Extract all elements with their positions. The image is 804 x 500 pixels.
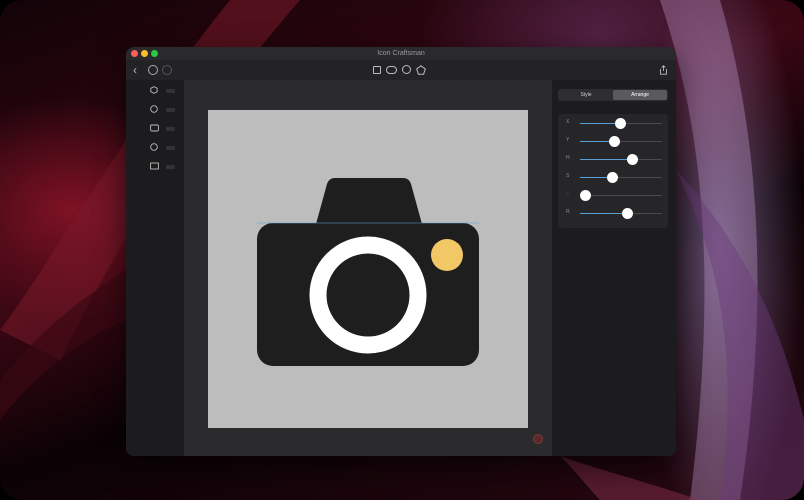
hexagon-icon bbox=[150, 86, 158, 94]
slider-y: Y bbox=[558, 135, 668, 147]
slider-h: H bbox=[558, 153, 668, 165]
rotation-icon: ◌ bbox=[566, 191, 569, 197]
tab-style[interactable]: Style bbox=[559, 90, 613, 100]
layer-handle[interactable] bbox=[166, 165, 175, 169]
layer-handle[interactable] bbox=[166, 127, 175, 131]
add-square-button[interactable] bbox=[373, 66, 381, 74]
slider-rotation: ◌ bbox=[558, 189, 668, 201]
slider-label: H bbox=[566, 155, 570, 161]
clock-arrow-icon[interactable] bbox=[148, 65, 158, 75]
inspector-tabs: Style Arrange bbox=[558, 89, 668, 101]
title-bar: Icon Craftsman bbox=[126, 47, 676, 60]
toolbar: ‹ bbox=[126, 60, 676, 80]
slider-track[interactable] bbox=[580, 118, 662, 129]
circle-icon bbox=[150, 143, 158, 151]
slider-fill bbox=[580, 123, 621, 124]
layer-handle[interactable] bbox=[166, 108, 175, 112]
rect-icon bbox=[150, 162, 159, 170]
chevron-left-icon[interactable]: ‹ bbox=[133, 64, 137, 76]
slider-label: Y bbox=[566, 137, 570, 143]
slider-thumb[interactable] bbox=[627, 154, 639, 165]
canvas-area[interactable] bbox=[184, 80, 552, 456]
add-pentagon-button[interactable] bbox=[416, 65, 426, 75]
app-window: Icon Craftsman ‹ Style Arrange X Y H S ◌… bbox=[126, 47, 676, 456]
add-circle-button[interactable] bbox=[402, 65, 411, 74]
slider-track[interactable] bbox=[580, 208, 662, 219]
window-title: Icon Craftsman bbox=[377, 50, 425, 57]
add-rounded-rect-button[interactable] bbox=[386, 66, 397, 74]
layers-sidebar bbox=[126, 80, 182, 456]
artboard[interactable] bbox=[208, 110, 528, 428]
clock-arrow-icon[interactable] bbox=[162, 65, 172, 75]
slider-thumb[interactable] bbox=[606, 172, 618, 183]
slider-s: S bbox=[558, 171, 668, 183]
inspector-panel: Style Arrange X Y H S ◌ R bbox=[552, 80, 676, 456]
slider-fill bbox=[580, 213, 627, 214]
slider-x: X bbox=[558, 117, 668, 129]
camera-flash bbox=[431, 239, 463, 271]
camera-top bbox=[316, 178, 422, 224]
tab-arrange[interactable]: Arrange bbox=[613, 90, 667, 100]
arrange-sliders-panel: X Y H S ◌ R bbox=[558, 114, 668, 228]
rounded-rect-icon bbox=[150, 124, 159, 132]
slider-track[interactable] bbox=[580, 136, 662, 147]
slider-label: R bbox=[566, 209, 570, 215]
slider-thumb[interactable] bbox=[615, 118, 627, 129]
slider-track[interactable] bbox=[580, 154, 662, 165]
circle-icon bbox=[150, 105, 158, 113]
slider-thumb[interactable] bbox=[621, 208, 633, 219]
slider-thumb[interactable] bbox=[579, 190, 591, 201]
record-button[interactable] bbox=[533, 434, 543, 444]
layer-handle[interactable] bbox=[166, 89, 175, 93]
slider-fill bbox=[580, 159, 633, 160]
share-icon[interactable] bbox=[659, 65, 668, 75]
slider-thumb[interactable] bbox=[608, 136, 620, 147]
slider-track[interactable] bbox=[580, 172, 662, 183]
slider-r: R bbox=[558, 207, 668, 219]
camera-icon[interactable] bbox=[208, 110, 528, 428]
layer-handle[interactable] bbox=[166, 146, 175, 150]
slider-label: S bbox=[566, 173, 570, 179]
slider-track[interactable] bbox=[579, 190, 662, 201]
slider-label: X bbox=[566, 119, 570, 125]
